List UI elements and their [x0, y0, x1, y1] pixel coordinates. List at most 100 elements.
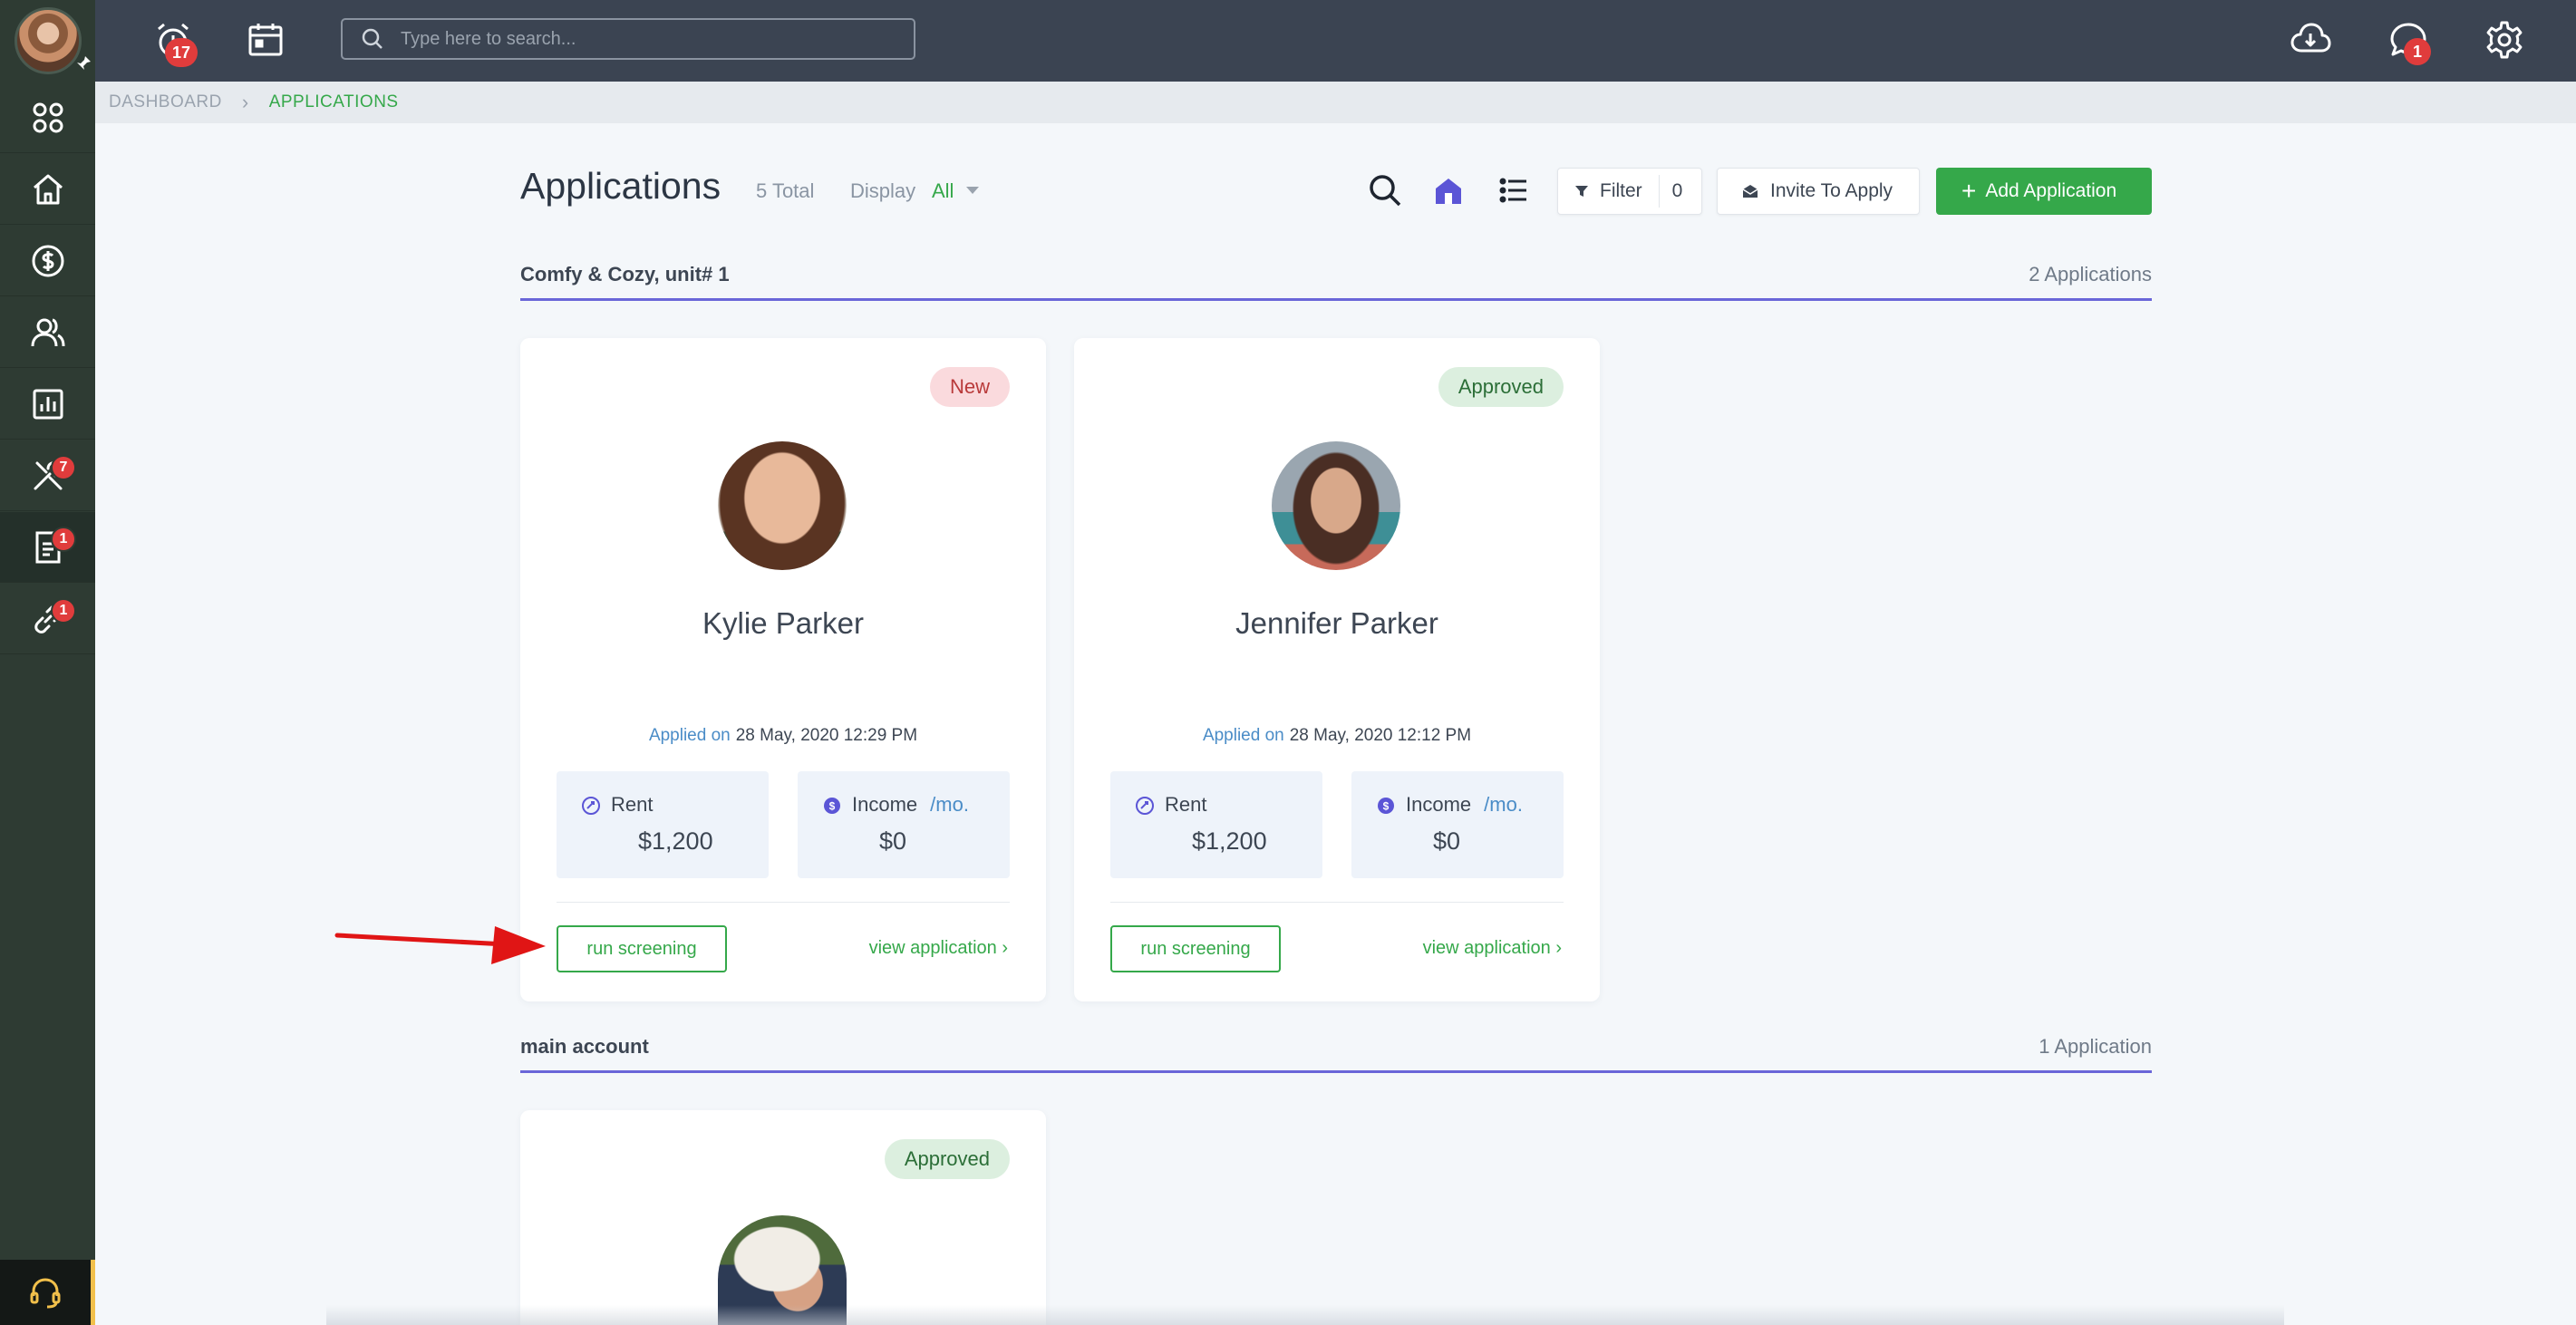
income-period: /mo.: [930, 793, 969, 816]
view-application-link[interactable]: view application ›: [1423, 938, 1562, 959]
rent-label: Rent: [1165, 793, 1207, 816]
applied-date: 28 May, 2020 12:12 PM: [1289, 726, 1472, 745]
sidebar-item-accounting[interactable]: [0, 226, 95, 296]
breadcrumb-current: APPLICATIONS: [268, 92, 399, 111]
income-label: Income: [1406, 793, 1472, 816]
rent-label: Rent: [611, 793, 654, 816]
maintenance-badge: 7: [51, 455, 76, 480]
income-value: $0: [879, 827, 907, 855]
group-divider: [520, 1070, 2152, 1073]
card-divider: [557, 902, 1010, 903]
search-input[interactable]: [401, 28, 914, 50]
pin-icon: [77, 56, 91, 70]
sidebar-item-applications[interactable]: 1: [0, 512, 95, 583]
rent-value: $1,200: [638, 827, 713, 855]
sidebar-item-maintenance[interactable]: 7: [0, 440, 95, 511]
search-bar[interactable]: [341, 18, 915, 60]
display-label: Display: [850, 179, 916, 202]
income-value: $0: [1433, 827, 1461, 855]
filter-divider: [1658, 175, 1660, 208]
user-avatar[interactable]: [15, 7, 82, 74]
card-divider: [1110, 902, 1564, 903]
application-card[interactable]: New Kylie Parker Applied on 28 May, 2020 …: [520, 338, 1046, 1001]
breadcrumb: DASHBOARD › APPLICATIONS: [95, 82, 2576, 123]
applied-date-row: Applied on 28 May, 2020 12:12 PM: [1074, 726, 1600, 746]
filter-label: Filter: [1600, 180, 1642, 201]
applicant-avatar: [718, 441, 847, 570]
alarm-badge: 17: [165, 38, 198, 67]
top-bar: 17 1: [95, 0, 2576, 82]
income-icon: $: [824, 798, 840, 814]
run-screening-button[interactable]: run screening: [557, 925, 727, 972]
sidebar-item-reports[interactable]: [0, 369, 95, 440]
applicant-name: Kylie Parker: [702, 606, 864, 640]
group-divider: [520, 298, 2152, 301]
applied-date: 28 May, 2020 12:29 PM: [735, 726, 918, 745]
applicant-avatar: [1272, 441, 1400, 570]
run-screening-button[interactable]: run screening: [1110, 925, 1281, 972]
total-count: 5 Total: [756, 179, 815, 202]
filter-count: 0: [1671, 180, 1683, 201]
sidebar-item-links[interactable]: 1: [0, 584, 95, 654]
invite-label: Invite To Apply: [1770, 180, 1893, 201]
group-count: 2 Applications: [2029, 263, 2152, 285]
group-title: main account: [520, 1035, 649, 1058]
rent-value: $1,200: [1192, 827, 1267, 855]
gear-icon[interactable]: [2483, 18, 2526, 62]
chevron-down-icon[interactable]: [966, 187, 979, 194]
search-icon[interactable]: [1367, 172, 1403, 208]
applied-label: Applied on: [648, 726, 731, 745]
scroll-fade: [326, 1305, 2284, 1325]
envelope-icon: [1742, 185, 1758, 198]
rent-box: Rent $1,200: [1110, 771, 1322, 878]
support-button[interactable]: [0, 1260, 95, 1325]
group-count: 1 Application: [2039, 1035, 2152, 1058]
income-box: $ Income/mo. $0: [1351, 771, 1564, 878]
calendar-icon[interactable]: [244, 18, 287, 62]
svg-text:$: $: [829, 800, 836, 813]
rent-icon: [582, 797, 600, 815]
sidebar-item-dashboard[interactable]: [0, 82, 95, 153]
status-badge: Approved: [1438, 367, 1564, 407]
invite-to-apply-button[interactable]: Invite To Apply: [1717, 168, 1920, 215]
plus-icon: +: [1961, 177, 1977, 205]
messages-badge: 1: [2404, 38, 2431, 65]
income-icon: $: [1378, 798, 1394, 814]
list-view-icon[interactable]: [1496, 172, 1532, 208]
sidebar-item-properties[interactable]: [0, 154, 95, 225]
home-view-icon[interactable]: [1430, 172, 1467, 208]
application-card[interactable]: Approved Jennifer Parker Applied on 28 Ma…: [1074, 338, 1600, 1001]
status-badge: New: [929, 367, 1010, 407]
status-badge: Approved: [884, 1139, 1010, 1179]
applied-date-row: Applied on 28 May, 2020 12:29 PM: [520, 726, 1046, 746]
filter-icon: [1575, 186, 1588, 197]
people-icon: [31, 318, 64, 346]
applications-badge: 1: [51, 527, 76, 552]
dashboard-grid-icon: [33, 102, 63, 132]
filter-button[interactable]: Filter 0: [1557, 168, 1702, 215]
add-application-button[interactable]: + Add Application: [1936, 168, 2152, 215]
svg-text:$: $: [1383, 800, 1390, 813]
income-label: Income: [852, 793, 918, 816]
headset-icon: [30, 1278, 61, 1309]
breadcrumb-separator: ›: [241, 91, 249, 113]
cloud-download-icon[interactable]: [2289, 18, 2332, 62]
display-dropdown[interactable]: All: [932, 179, 954, 203]
add-application-label: Add Application: [1985, 180, 2117, 201]
sidebar-item-people[interactable]: [0, 297, 95, 368]
links-badge: 1: [51, 598, 76, 624]
rent-box: Rent $1,200: [557, 771, 769, 878]
income-box: $ Income/mo. $0: [798, 771, 1010, 878]
home-icon: [33, 174, 63, 204]
applicant-name: Jennifer Parker: [1235, 606, 1438, 640]
view-application-link[interactable]: view application ›: [869, 938, 1008, 959]
rent-icon: [1136, 797, 1154, 815]
applied-label: Applied on: [1202, 726, 1284, 745]
annotation-arrow-icon: [334, 926, 546, 964]
dollar-icon: [32, 245, 63, 276]
search-icon: [362, 28, 383, 49]
group-title: Comfy & Cozy, unit# 1: [520, 263, 730, 285]
chart-icon: [33, 389, 63, 419]
breadcrumb-dashboard-link[interactable]: DASHBOARD: [109, 92, 222, 112]
income-period: /mo.: [1484, 793, 1523, 816]
